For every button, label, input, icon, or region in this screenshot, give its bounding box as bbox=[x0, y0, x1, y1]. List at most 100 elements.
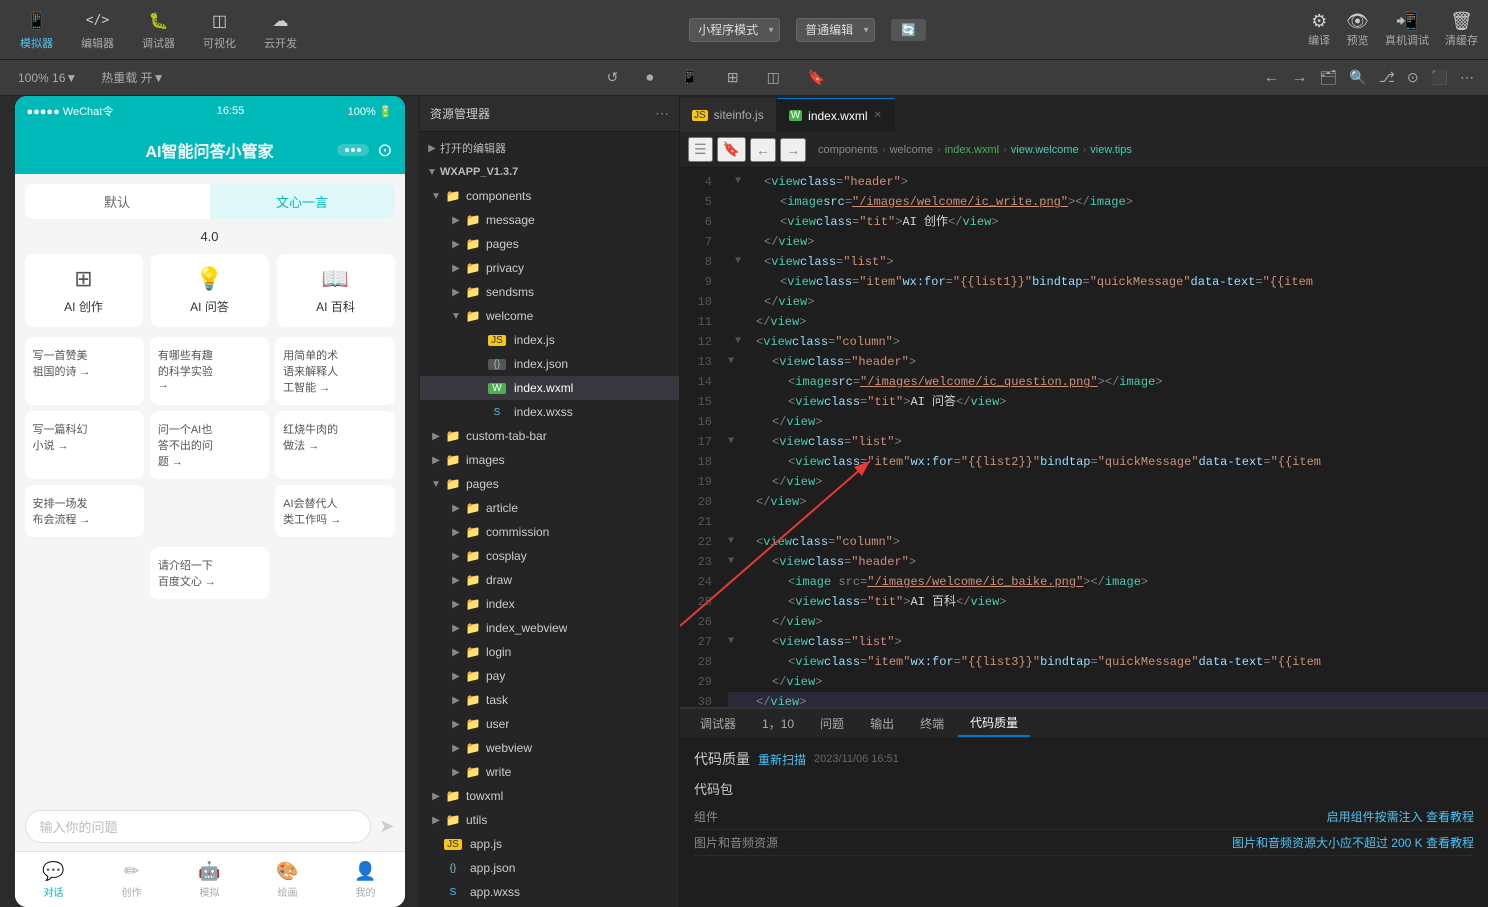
rescan-btn[interactable]: 重新扫描 bbox=[758, 751, 806, 768]
quick-item-4[interactable]: 问一个AI也 答不出的问 题 → bbox=[150, 411, 269, 479]
quick-item-2[interactable]: 用简单的术 语来解释人 工智能 → bbox=[275, 337, 394, 405]
feature-baike[interactable]: 📖 AI 百科 bbox=[277, 254, 395, 327]
tree-index-json[interactable]: {} index.json bbox=[420, 352, 679, 376]
search-nav-btn[interactable]: 🔍 bbox=[1345, 67, 1370, 88]
tree-article[interactable]: ▶ 📁 article bbox=[420, 496, 679, 520]
tree-app-json[interactable]: {} app.json bbox=[420, 856, 679, 880]
phone-camera-icon[interactable]: ⊙ bbox=[377, 140, 392, 161]
tree-task[interactable]: ▶ 📁 task bbox=[420, 688, 679, 712]
phone-send-icon[interactable]: ➤ bbox=[379, 816, 394, 837]
debug-nav-btn[interactable]: ⊙ bbox=[1403, 67, 1423, 88]
hot-reload-control[interactable]: 热重载 开▼ bbox=[93, 67, 172, 88]
model-tab-default[interactable]: 默认 bbox=[25, 184, 210, 219]
tree-pages[interactable]: ▼ 📁 pages bbox=[420, 472, 679, 496]
nav-mine[interactable]: 👤 我的 bbox=[327, 861, 405, 899]
toolbar-editor[interactable]: </> 编辑器 bbox=[71, 5, 124, 55]
tab-siteinfo[interactable]: JS siteinfo.js bbox=[680, 98, 777, 132]
grid-btn[interactable]: ⊞ bbox=[723, 67, 743, 88]
layout-btn[interactable]: ◫ bbox=[763, 67, 784, 88]
toolbar-simulator[interactable]: 📱 模拟器 bbox=[10, 5, 63, 55]
nav-chat[interactable]: 💬 对话 bbox=[15, 861, 93, 899]
breadcrumb-view-welcome[interactable]: view.welcome bbox=[1011, 144, 1079, 156]
mode-select[interactable]: 小程序模式 bbox=[689, 18, 780, 42]
nav-create[interactable]: ✏ 创作 bbox=[93, 861, 171, 899]
phone-body[interactable]: 默认 文心一言 4.0 ⊞ AI 创作 💡 AI 问答 📖 bbox=[15, 174, 405, 802]
toolbar-visual[interactable]: ◫ 可视化 bbox=[193, 5, 246, 55]
tree-webview[interactable]: ▶ 📁 webview bbox=[420, 736, 679, 760]
breadcrumb-file[interactable]: index.wxml bbox=[945, 144, 999, 156]
editor-nav-back[interactable]: ← bbox=[750, 138, 776, 162]
tab-debugger[interactable]: 调试器 bbox=[688, 711, 748, 736]
tree-index-webview[interactable]: ▶ 📁 index_webview bbox=[420, 616, 679, 640]
tree-privacy[interactable]: ▶ 📁 privacy bbox=[420, 256, 679, 280]
clear-cache-action[interactable]: 🗑 清缓存 bbox=[1445, 11, 1478, 48]
toolbar-debugger[interactable]: 🐛 调试器 bbox=[132, 5, 185, 55]
tree-app-wxss[interactable]: S app.wxss bbox=[420, 880, 679, 904]
model-tab-wenxin[interactable]: 文心一言 bbox=[210, 184, 395, 219]
tree-login[interactable]: ▶ 📁 login bbox=[420, 640, 679, 664]
tree-index-js[interactable]: JS index.js bbox=[420, 328, 679, 352]
breadcrumb-components[interactable]: components bbox=[818, 144, 878, 156]
editor-nav-forward[interactable]: → bbox=[780, 138, 806, 162]
refresh-btn[interactable]: ↺ bbox=[603, 67, 623, 88]
tree-sendsms[interactable]: ▶ 📁 sendsms bbox=[420, 280, 679, 304]
quick-item-8[interactable]: AI会替代人 类工作吗 → bbox=[275, 485, 394, 537]
bookmark-btn[interactable]: 🔖 bbox=[804, 67, 829, 88]
breadcrumb-view-tips[interactable]: view.tips bbox=[1090, 144, 1132, 156]
tab-errors[interactable]: 1，10 bbox=[750, 711, 806, 736]
tree-index-wxss[interactable]: S index.wxss bbox=[420, 400, 679, 424]
tree-app-js[interactable]: JS app.js bbox=[420, 832, 679, 856]
compile-btn[interactable]: 🔄 bbox=[891, 19, 926, 41]
tab-index-wxml[interactable]: W index.wxml ✕ bbox=[777, 98, 895, 132]
phone-btn[interactable]: 📱 bbox=[677, 67, 702, 88]
compile-select-wrapper[interactable]: 普通编辑 bbox=[796, 18, 875, 42]
tree-towxml[interactable]: ▶ 📁 towxml bbox=[420, 784, 679, 808]
wxml-tab-close[interactable]: ✕ bbox=[874, 110, 882, 121]
quick-item-0[interactable]: 写一首赞美 祖国的诗 → bbox=[25, 337, 144, 405]
editor-nav-bookmark-icon[interactable]: 🔖 bbox=[717, 137, 746, 162]
tree-message[interactable]: ▶ 📁 message bbox=[420, 208, 679, 232]
nav-draw[interactable]: 🎨 绘画 bbox=[249, 861, 327, 899]
quality-link-1[interactable]: 图片和音频资源大小应不超过 200 K 查看教程 bbox=[1232, 834, 1474, 851]
nav-right-btn[interactable]: → bbox=[1287, 67, 1311, 89]
tree-custom-tab-bar[interactable]: ▶ 📁 custom-tab-bar bbox=[420, 424, 679, 448]
tree-components[interactable]: ▼ 📁 components bbox=[420, 184, 679, 208]
editor-nav-list-icon[interactable]: ☰ bbox=[688, 137, 713, 162]
zoom-control[interactable]: 100% 16▼ bbox=[10, 69, 85, 87]
tab-output[interactable]: 输出 bbox=[858, 711, 906, 736]
collapse-4[interactable]: ▼ bbox=[728, 172, 748, 192]
tree-write[interactable]: ▶ 📁 write bbox=[420, 760, 679, 784]
mode-select-wrapper[interactable]: 小程序模式 bbox=[689, 18, 780, 42]
file-action-more[interactable]: ⋯ bbox=[655, 105, 669, 122]
code-editor[interactable]: 4 5 6 7 8 9 10 11 12 13 14 15 16 17 18 1… bbox=[680, 168, 1488, 707]
tree-commission[interactable]: ▶ 📁 commission bbox=[420, 520, 679, 544]
preview-action[interactable]: 👁 预览 bbox=[1346, 11, 1369, 48]
compile-action[interactable]: ⚙ 编译 bbox=[1308, 11, 1330, 48]
tree-draw[interactable]: ▶ 📁 draw bbox=[420, 568, 679, 592]
feature-qa[interactable]: 💡 AI 问答 bbox=[151, 254, 269, 327]
quick-item-1[interactable]: 有哪些有趣 的科学实验 → bbox=[150, 337, 269, 405]
tab-problems[interactable]: 问题 bbox=[808, 711, 856, 736]
compile-select[interactable]: 普通编辑 bbox=[796, 18, 875, 42]
tree-section-wxapp[interactable]: ▼ WXAPP_V1.3.7 bbox=[420, 160, 679, 184]
tree-pages-comp[interactable]: ▶ 📁 pages bbox=[420, 232, 679, 256]
quality-link-0[interactable]: 启用组件按需注入 查看教程 bbox=[1327, 808, 1474, 825]
tree-section-open[interactable]: ▶ 打开的编辑器 bbox=[420, 136, 679, 160]
quick-item-10[interactable]: 请介绍一下 百度文心 → bbox=[150, 547, 269, 599]
tree-images[interactable]: ▶ 📁 images bbox=[420, 448, 679, 472]
quick-item-6[interactable]: 安排一场发 布会流程 → bbox=[25, 485, 144, 537]
breadcrumb-welcome[interactable]: welcome bbox=[890, 144, 933, 156]
tree-index-wxml[interactable]: W index.wxml bbox=[420, 376, 679, 400]
tree-welcome[interactable]: ▼ 📁 welcome bbox=[420, 304, 679, 328]
tree-user[interactable]: ▶ 📁 user bbox=[420, 712, 679, 736]
quick-item-3[interactable]: 写一篇科幻 小说 → bbox=[25, 411, 144, 479]
phone-more-btn[interactable] bbox=[337, 144, 369, 156]
tree-cosplay[interactable]: ▶ 📁 cosplay bbox=[420, 544, 679, 568]
feature-write[interactable]: ⊞ AI 创作 bbox=[25, 254, 143, 327]
tree-pay[interactable]: ▶ 📁 pay bbox=[420, 664, 679, 688]
quick-item-5[interactable]: 红烧牛肉的 做法 → bbox=[275, 411, 394, 479]
git-nav-btn[interactable]: ⎇ bbox=[1375, 67, 1399, 88]
tree-index-page[interactable]: ▶ 📁 index bbox=[420, 592, 679, 616]
phone-input[interactable]: 输入你的问题 bbox=[25, 810, 372, 843]
nav-simulate[interactable]: 🤖 模拟 bbox=[171, 861, 249, 899]
